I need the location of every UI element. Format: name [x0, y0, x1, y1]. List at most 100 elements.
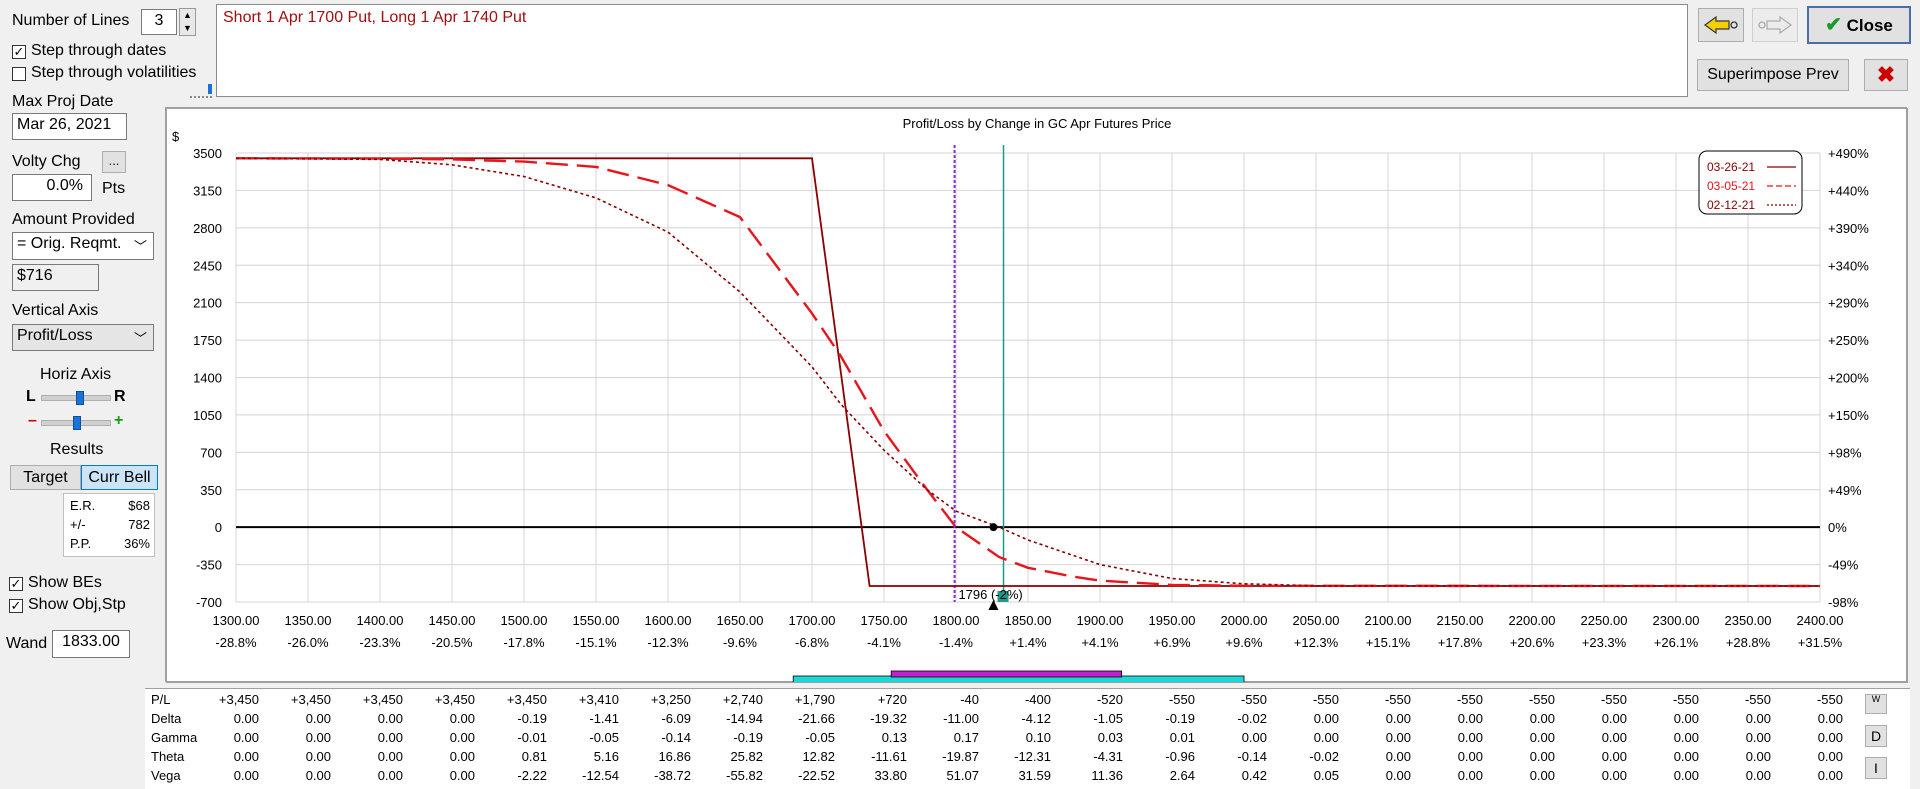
table-cell: 0.00	[1673, 749, 1699, 764]
current-price-label: 1796 (-2%)	[958, 587, 1022, 602]
table-cell: -0.01	[517, 730, 547, 745]
table-cell: 0.00	[1601, 711, 1627, 726]
horiz-r-label: R	[114, 388, 126, 405]
x-tick-label: 2400.00	[1797, 613, 1844, 628]
spin-up-icon[interactable]: ▲	[180, 9, 195, 22]
table-cell: -550	[1528, 692, 1555, 707]
table-cell: 0.00	[1817, 711, 1843, 726]
side-button-d[interactable]: D	[1865, 725, 1887, 747]
step-dates-checkbox[interactable]: ✓	[12, 45, 26, 59]
volty-chg-unit: Pts	[102, 180, 126, 197]
wand-input[interactable]: 1833.00	[52, 630, 130, 658]
pl-chart[interactable]: Profit/Loss by Change in GC Apr Futures …	[166, 108, 1908, 684]
max-proj-date-label: Max Proj Date	[12, 93, 114, 110]
x-pct-label: +20.6%	[1510, 635, 1555, 650]
table-cell: -520	[1096, 692, 1123, 707]
x-tick-label: 1450.00	[429, 613, 476, 628]
table-cell: 0.00	[1457, 730, 1483, 745]
table-cell: 0.00	[1457, 711, 1483, 726]
close-button[interactable]: ✔ Close	[1807, 6, 1911, 44]
superimpose-prev-button[interactable]: Superimpose Prev	[1697, 59, 1849, 91]
table-cell: 25.82	[730, 749, 763, 764]
x-pct-label: +1.4%	[1009, 635, 1047, 650]
clear-x-button[interactable]: ✖	[1864, 59, 1908, 91]
vertical-axis-select[interactable]: Profit/Loss ﹀	[12, 324, 154, 351]
table-cell: 0.00	[1385, 768, 1411, 783]
horiz-zoom-slider[interactable]	[41, 416, 111, 430]
volty-chg-button[interactable]: ...	[102, 151, 126, 173]
number-of-lines-spinner[interactable]: ▲ ▼	[179, 8, 196, 36]
show-bes-checkbox[interactable]: ✓	[9, 577, 23, 591]
x-tick-label: 1350.00	[285, 613, 332, 628]
pm-value: 782	[128, 517, 150, 532]
volty-chg-input[interactable]: 0.0%	[12, 174, 92, 201]
x-tick-label: 2250.00	[1581, 613, 1628, 628]
x-tick-label: 1800.00	[933, 613, 980, 628]
y-tick-label: 2800	[193, 221, 222, 236]
legend-label: 02-12-21	[1707, 198, 1755, 212]
x-tick-label: 1700.00	[789, 613, 836, 628]
x-pct-label: -26.0%	[287, 635, 329, 650]
table-cell: 0.00	[1673, 768, 1699, 783]
table-cell: -0.02	[1237, 711, 1267, 726]
table-cell: 0.00	[305, 711, 331, 726]
number-of-lines-input[interactable]: 3	[141, 9, 177, 35]
show-bes-label: Show BEs	[28, 574, 102, 591]
table-cell: -400	[1024, 692, 1051, 707]
x-pct-label: +17.8%	[1438, 635, 1483, 650]
show-obj-checkbox[interactable]: ✓	[9, 599, 23, 613]
table-cell: -14.94	[726, 711, 763, 726]
x-pct-label: +31.5%	[1798, 635, 1843, 650]
x-pct-label: -15.1%	[575, 635, 617, 650]
splitter-handle[interactable]	[190, 84, 212, 98]
horiz-lr-slider[interactable]	[41, 391, 111, 405]
curr-bell-button[interactable]: Curr Bell	[81, 465, 158, 490]
zoom-minus-icon: –	[28, 412, 37, 429]
x-tick-label: 2200.00	[1509, 613, 1556, 628]
table-cell: +3,250	[650, 692, 691, 707]
table-cell: -1.05	[1093, 711, 1123, 726]
horiz-zoom-slider-thumb[interactable]	[73, 416, 81, 430]
y-tick-label: 1400	[193, 371, 222, 386]
amount-provided-select[interactable]: = Orig. Reqmt. ﹀	[12, 232, 154, 260]
y-tick-label: 1050	[193, 408, 222, 423]
pl-chart-panel[interactable]: Profit/Loss by Change in GC Apr Futures …	[165, 107, 1908, 684]
x-pct-label: -23.3%	[359, 635, 401, 650]
horiz-lr-slider-thumb[interactable]	[76, 391, 85, 405]
table-cell: +3,450	[362, 692, 403, 707]
arrow-right-icon	[1758, 15, 1793, 35]
y-axis-label: $	[172, 129, 180, 144]
table-cell: 0.00	[1745, 711, 1771, 726]
x-tick-label: 1750.00	[861, 613, 908, 628]
back-button[interactable]	[1698, 8, 1744, 42]
target-button[interactable]: Target	[10, 465, 81, 490]
table-cell: 0.00	[1313, 711, 1339, 726]
x-tick-label: 2150.00	[1437, 613, 1484, 628]
table-cell: +3,450	[290, 692, 331, 707]
spin-down-icon[interactable]: ▼	[180, 22, 195, 35]
std-dev-range-bar	[890, 670, 1123, 678]
table-cell: 31.59	[1018, 768, 1051, 783]
table-cell: +720	[877, 692, 907, 707]
table-cell: +2,740	[722, 692, 763, 707]
i-icon: I	[1874, 760, 1878, 776]
table-cell: -0.02	[1309, 749, 1339, 764]
forward-button[interactable]	[1752, 8, 1798, 42]
max-proj-date-input[interactable]: Mar 26, 2021	[12, 113, 127, 140]
side-button-i[interactable]: I	[1865, 757, 1887, 779]
table-cell: 0.00	[1529, 730, 1555, 745]
table-cell: -11.61	[871, 749, 907, 764]
x-icon: ✖	[1876, 62, 1896, 87]
table-cell: -550	[1816, 692, 1843, 707]
y2-tick-label: +290%	[1828, 296, 1869, 311]
splitter-grip-icon	[208, 84, 212, 94]
y-tick-label: -350	[196, 558, 222, 573]
x-pct-label: +12.3%	[1294, 635, 1339, 650]
description-box[interactable]: Short 1 Apr 1700 Put, Long 1 Apr 1740 Pu…	[216, 4, 1688, 97]
step-vols-checkbox[interactable]	[12, 67, 26, 81]
side-button-w[interactable]: W	[1865, 694, 1887, 714]
close-label: Close	[1846, 16, 1893, 35]
x-pct-label: +23.3%	[1582, 635, 1627, 650]
table-cell: -550	[1240, 692, 1267, 707]
table-cell: 0.00	[233, 749, 259, 764]
